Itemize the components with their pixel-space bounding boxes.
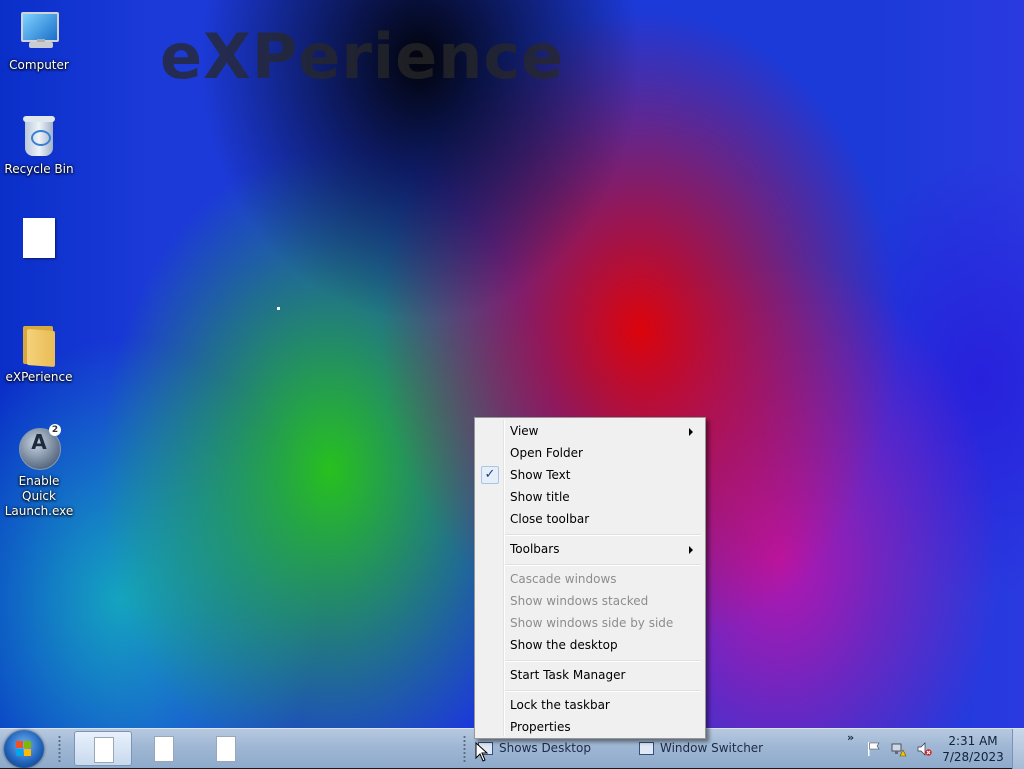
clock-date: 7/28/2023: [942, 750, 1004, 764]
taskbar-button-document-2[interactable]: [135, 731, 193, 766]
desktop-icon-document[interactable]: [1, 216, 77, 266]
stray-pixel: [277, 307, 280, 310]
menu-item-label: Lock the taskbar: [510, 698, 610, 712]
window-switcher-icon: [639, 742, 654, 755]
document-icon: [154, 736, 174, 762]
taskbar-context-menu: View Open Folder ✓ Show Text Show title …: [474, 417, 706, 739]
taskbar-button-document-3[interactable]: [197, 731, 255, 766]
menu-item-show-windows-side-by-side[interactable]: Show windows side by side: [477, 612, 703, 634]
menu-item-properties[interactable]: Properties: [477, 716, 703, 738]
toolbar-button-label: Window Switcher: [660, 741, 764, 755]
menu-item-label: Properties: [510, 720, 571, 734]
menu-item-show-the-desktop[interactable]: Show the desktop: [477, 634, 703, 656]
toolbar-overflow-chevron[interactable]: »: [847, 731, 854, 744]
checkmark-icon: ✓: [481, 466, 499, 484]
menu-item-label: Show the desktop: [510, 638, 618, 652]
menu-item-label: Show windows stacked: [510, 594, 649, 608]
menu-item-show-text[interactable]: ✓ Show Text: [477, 464, 703, 486]
menu-item-view[interactable]: View: [477, 420, 703, 442]
menu-separator: [505, 690, 701, 692]
windows-logo-icon: [16, 741, 32, 757]
desktop-icon-experience-folder[interactable]: eXPerience: [1, 320, 77, 385]
menu-item-label: Show Text: [510, 468, 571, 482]
menu-separator: [505, 660, 701, 662]
menu-item-open-folder[interactable]: Open Folder: [477, 442, 703, 464]
volume-muted-icon[interactable]: [916, 741, 932, 757]
document-icon: [94, 737, 114, 763]
network-warning-icon[interactable]: [891, 741, 907, 757]
desktop-icon-label: Computer: [9, 58, 69, 72]
document-icon: [15, 216, 63, 264]
desktop-icon-label: Recycle Bin: [4, 162, 74, 176]
menu-separator: [505, 564, 701, 566]
folder-icon: [15, 320, 63, 368]
submenu-arrow-icon: [689, 546, 693, 554]
menu-item-label: Show windows side by side: [510, 616, 674, 630]
menu-item-label: Cascade windows: [510, 572, 617, 586]
menu-item-toolbars[interactable]: Toolbars: [477, 538, 703, 560]
menu-item-label: Toolbars: [510, 542, 560, 556]
desktop-icon-recycle-bin[interactable]: Recycle Bin: [1, 112, 77, 177]
taskbar-button-document-1[interactable]: [74, 731, 132, 766]
menu-item-start-task-manager[interactable]: Start Task Manager: [477, 664, 703, 686]
menu-separator: [505, 534, 701, 536]
start-button[interactable]: [4, 730, 44, 768]
menu-item-close-toolbar[interactable]: Close toolbar: [477, 508, 703, 530]
menu-item-lock-the-taskbar[interactable]: Lock the taskbar: [477, 694, 703, 716]
document-icon: [216, 736, 236, 762]
menu-item-label: Start Task Manager: [510, 668, 626, 682]
quick-launch-icon: A2: [15, 424, 63, 472]
wallpaper-title: eXPerience: [160, 20, 565, 93]
mouse-pointer-icon: [475, 742, 489, 762]
desktop-icon-label: Enable Quick Launch.exe: [4, 474, 74, 518]
desktop-icon-label: eXPerience: [5, 370, 73, 384]
clock-time: 2:31 AM: [948, 734, 998, 748]
action-center-flag-icon[interactable]: [866, 741, 882, 757]
desktop-icon-enable-quick-launch[interactable]: A2 Enable Quick Launch.exe: [1, 424, 77, 519]
show-desktop-button[interactable]: [1012, 729, 1024, 769]
toolbar-button-label: Shows Desktop: [499, 741, 591, 755]
taskbar-grip[interactable]: [58, 735, 61, 763]
recycle-bin-icon: [15, 112, 63, 160]
menu-item-label: Show title: [510, 490, 570, 504]
menu-item-label: Open Folder: [510, 446, 583, 460]
menu-item-label: Close toolbar: [510, 512, 590, 526]
menu-item-label: View: [510, 424, 539, 438]
computer-icon: [15, 8, 63, 56]
submenu-arrow-icon: [689, 428, 693, 436]
desktop-icon-computer[interactable]: Computer: [1, 8, 77, 73]
toolbar-grip[interactable]: [463, 735, 466, 763]
taskbar-clock[interactable]: 2:31 AM 7/28/2023: [938, 733, 1008, 765]
menu-item-cascade-windows[interactable]: Cascade windows: [477, 568, 703, 590]
menu-item-show-windows-stacked[interactable]: Show windows stacked: [477, 590, 703, 612]
menu-item-show-title[interactable]: Show title: [477, 486, 703, 508]
